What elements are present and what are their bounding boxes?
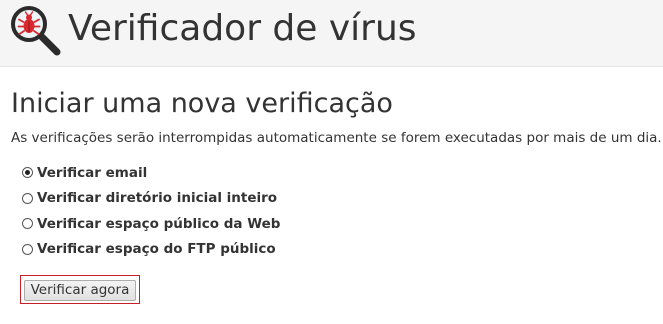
option-scan-email[interactable]: Verificar email	[22, 160, 280, 186]
page-title: Verificador de vírus	[68, 8, 417, 49]
option-label: Verificar email	[37, 164, 148, 181]
section-heading: Iniciar uma nova verificação	[11, 88, 393, 119]
virus-scanner-icon	[11, 6, 61, 56]
page-header: Verificador de vírus	[0, 0, 663, 67]
radio-button[interactable]	[22, 218, 33, 230]
scan-now-button[interactable]: Verificar agora	[24, 280, 136, 301]
option-scan-home-directory[interactable]: Verificar diretório inicial inteiro	[22, 186, 280, 212]
radio-button-selected[interactable]	[22, 167, 33, 179]
radio-button[interactable]	[22, 192, 33, 204]
option-label: Verificar diretório inicial inteiro	[37, 190, 278, 207]
radio-button[interactable]	[22, 243, 33, 255]
option-label: Verificar espaço público da Web	[37, 215, 281, 232]
option-label: Verificar espaço do FTP público	[37, 241, 276, 258]
scan-type-options: Verificar email Verificar diretório inic…	[22, 160, 280, 262]
scan-description: As verificações serão interrompidas auto…	[11, 130, 662, 146]
option-scan-public-web[interactable]: Verificar espaço público da Web	[22, 211, 280, 237]
option-scan-public-ftp[interactable]: Verificar espaço do FTP público	[22, 237, 280, 263]
